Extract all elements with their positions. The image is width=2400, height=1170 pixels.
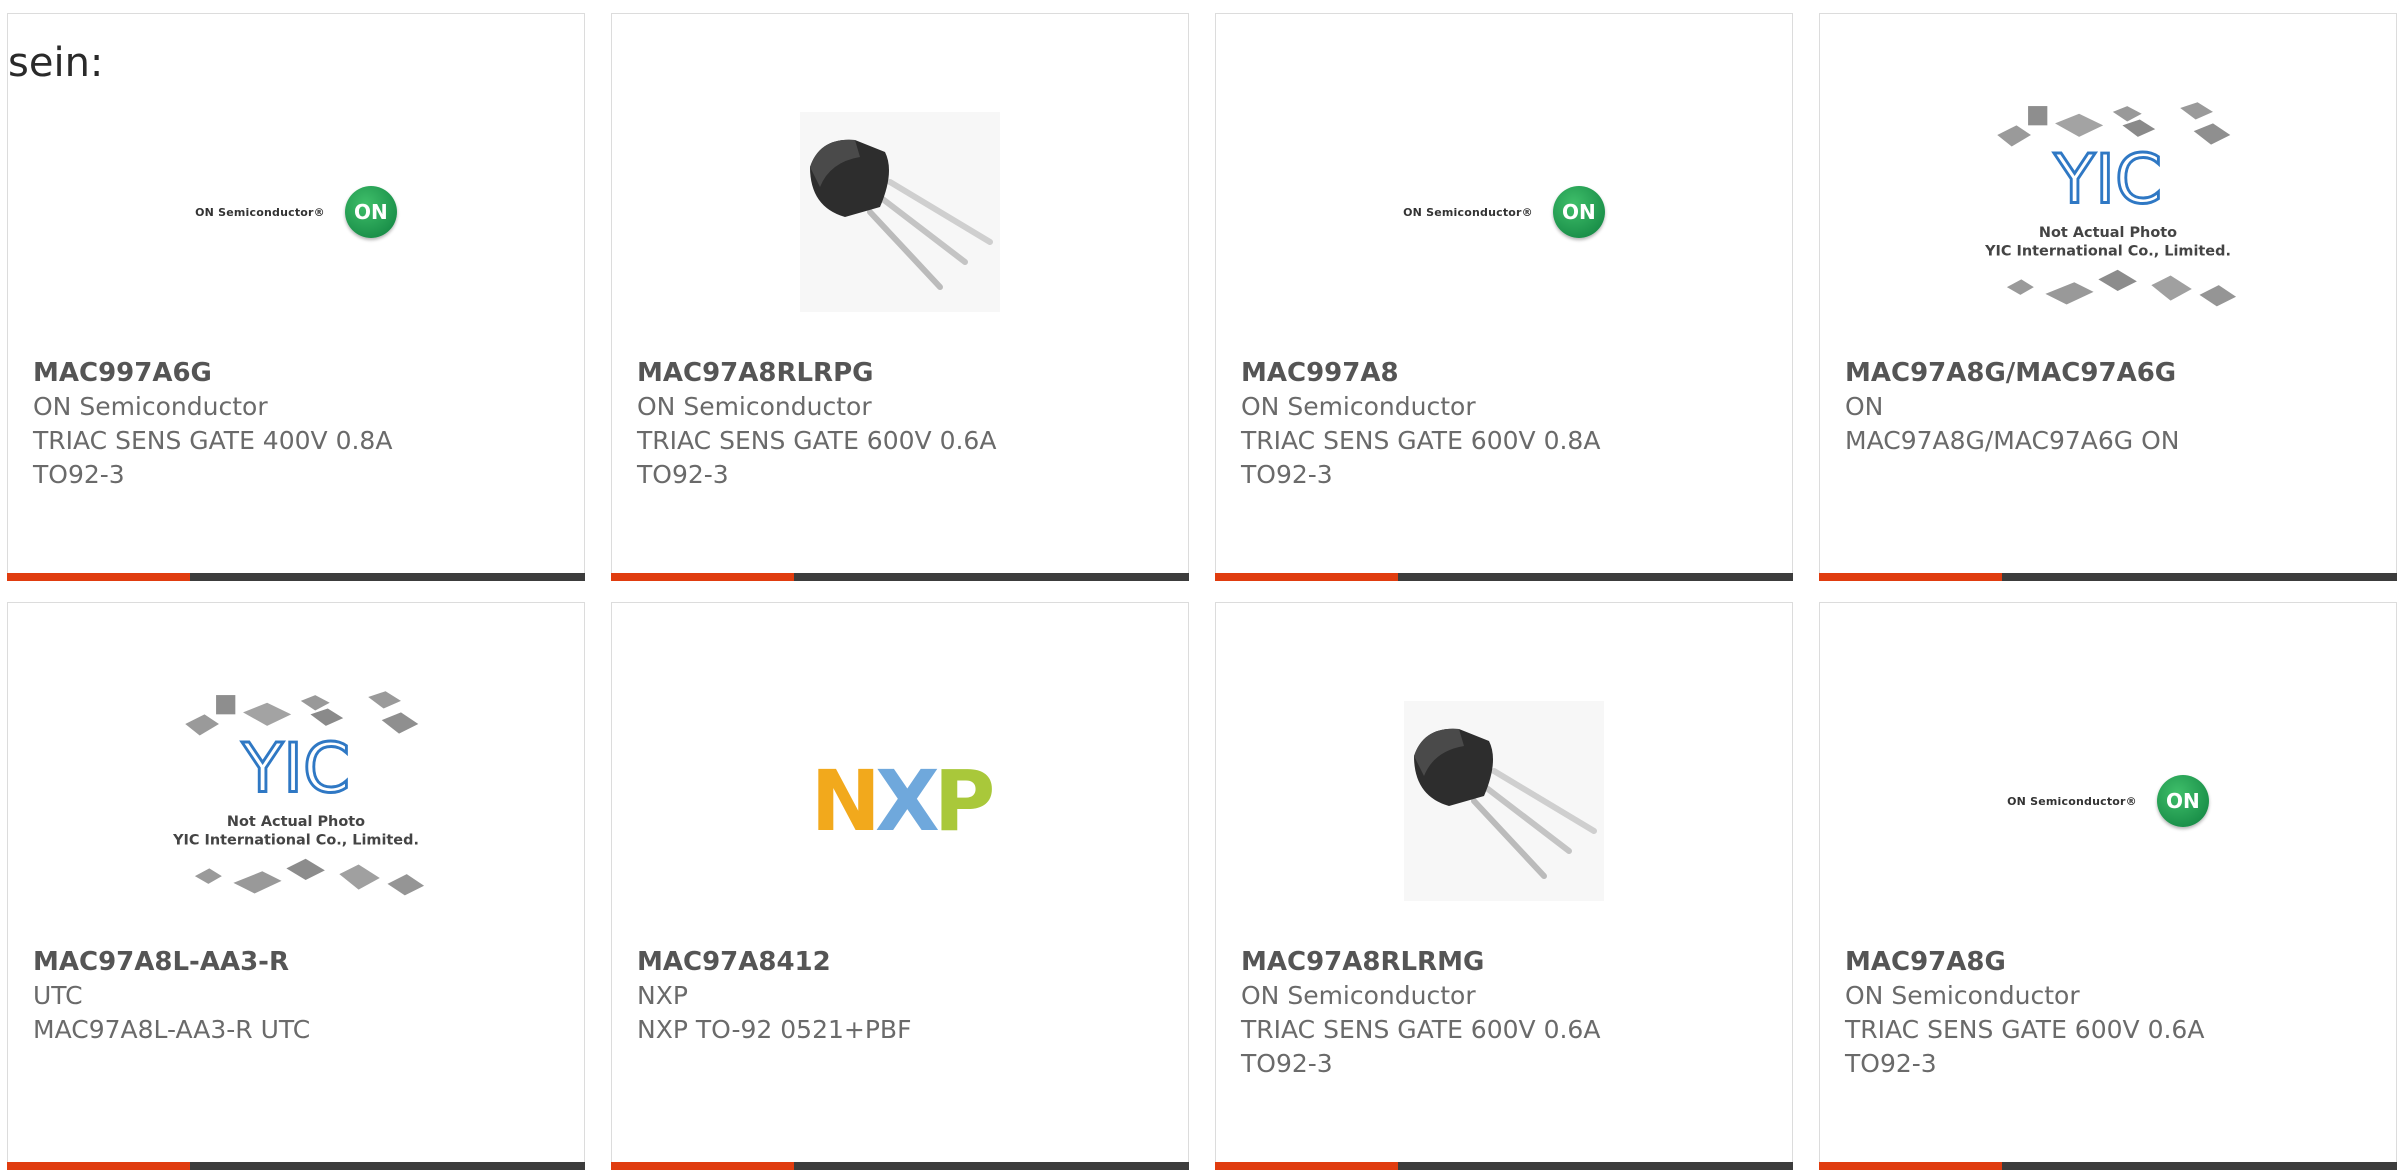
product-card[interactable]: ON Semiconductor® ON MAC997A6G ON Semico… (7, 13, 585, 581)
placeholder-line-2: YIC International Co., Limited. (172, 832, 419, 848)
nxp-logo-letter: X (874, 752, 940, 850)
product-card[interactable]: MAC97A8RLRPG ON Semiconductor TRIAC SENS… (611, 13, 1189, 581)
card-accent (7, 573, 190, 581)
product-card[interactable]: ON Semiconductor® ON MAC997A8 ON Semicon… (1215, 13, 1793, 581)
card-accent (7, 1162, 190, 1170)
product-card[interactable]: N X P MAC97A8412 NXP NXP TO-92 0521+PBF (611, 602, 1189, 1170)
package: TO92-3 (1845, 1049, 1937, 1078)
description: MAC97A8G/MAC97A6G ON (1845, 426, 2180, 455)
on-logo-text: ON Semiconductor® (1403, 205, 1533, 219)
svg-text:YIC: YIC (2053, 139, 2162, 218)
card-accent (1819, 573, 2002, 581)
product-info: MAC997A6G ON Semiconductor TRIAC SENS GA… (33, 356, 564, 492)
card-bottom-bar (611, 573, 1189, 581)
product-image: N X P (770, 681, 1030, 921)
nxp-logo-letter: N (810, 752, 881, 850)
product-card[interactable]: MAC97A8RLRMG ON Semiconductor TRIAC SENS… (1215, 602, 1793, 1170)
part-number[interactable]: MAC97A8RLRPG (637, 356, 1168, 390)
card-accent (611, 1162, 794, 1170)
part-number[interactable]: MAC997A6G (33, 356, 564, 390)
part-number[interactable]: MAC997A8 (1241, 356, 1772, 390)
on-logo-mark: ON (344, 186, 397, 238)
part-number[interactable]: MAC97A8RLRMG (1241, 945, 1772, 979)
package: TO92-3 (1241, 1049, 1333, 1078)
package: TO92-3 (33, 460, 125, 489)
svg-text:YIC: YIC (241, 728, 350, 807)
description: TRIAC SENS GATE 600V 0.6A (1241, 1015, 1601, 1044)
manufacturer: ON Semiconductor (1241, 392, 1476, 421)
yic-placeholder-icon: YIC Not Actual Photo YIC International C… (1984, 102, 2237, 307)
manufacturer: ON Semiconductor (1845, 981, 2080, 1010)
manufacturer: NXP (637, 981, 688, 1010)
placeholder-line-1: Not Actual Photo (2039, 225, 2177, 241)
part-number[interactable]: MAC97A8412 (637, 945, 1168, 979)
placeholder-line-2: YIC International Co., Limited. (1984, 243, 2231, 259)
product-image (770, 92, 1030, 332)
on-logo-text: ON Semiconductor® (2007, 794, 2137, 808)
package: TO92-3 (1241, 460, 1333, 489)
on-semiconductor-logo: ON Semiconductor® ON (195, 186, 397, 238)
card-bottom-bar (1819, 573, 2397, 581)
description: TRIAC SENS GATE 400V 0.8A (33, 426, 393, 455)
manufacturer: ON Semiconductor (637, 392, 872, 421)
card-accent (1215, 573, 1398, 581)
product-image: YIC Not Actual Photo YIC International C… (1978, 92, 2238, 332)
product-image: ON Semiconductor® ON (1374, 92, 1634, 332)
to92-transistor-icon (1404, 701, 1604, 901)
nxp-logo-letter: P (933, 752, 996, 850)
card-bottom-bar (1215, 1162, 1793, 1170)
product-info: MAC997A8 ON Semiconductor TRIAC SENS GAT… (1241, 356, 1772, 492)
manufacturer: ON Semiconductor (1241, 981, 1476, 1010)
product-info: MAC97A8412 NXP NXP TO-92 0521+PBF (637, 945, 1168, 1047)
on-semiconductor-logo: ON Semiconductor® ON (1403, 186, 1605, 238)
card-bottom-bar (7, 1162, 585, 1170)
description: TRIAC SENS GATE 600V 0.6A (637, 426, 997, 455)
placeholder-line-1: Not Actual Photo (227, 814, 365, 830)
product-image: YIC Not Actual Photo YIC International C… (166, 681, 426, 921)
manufacturer: ON Semiconductor (33, 392, 268, 421)
product-info: MAC97A8L-AA3-R UTC MAC97A8L-AA3-R UTC (33, 945, 564, 1047)
description: TRIAC SENS GATE 600V 0.6A (1845, 1015, 2205, 1044)
to92-transistor-icon (800, 112, 1000, 312)
yic-placeholder-icon: YIC Not Actual Photo YIC International C… (172, 691, 425, 896)
part-number[interactable]: MAC97A8G (1845, 945, 2376, 979)
nxp-logo: N X P (810, 752, 996, 850)
part-number[interactable]: MAC97A8G/MAC97A6G (1845, 356, 2376, 390)
on-logo-mark: ON (1552, 186, 1605, 238)
description: MAC97A8L-AA3-R UTC (33, 1015, 311, 1044)
product-card[interactable]: ON Semiconductor® ON MAC97A8G ON Semicon… (1819, 602, 2397, 1170)
product-info: MAC97A8G ON Semiconductor TRIAC SENS GAT… (1845, 945, 2376, 1081)
product-info: MAC97A8RLRPG ON Semiconductor TRIAC SENS… (637, 356, 1168, 492)
on-logo-text: ON Semiconductor® (195, 205, 325, 219)
product-grid: ON Semiconductor® ON MAC997A6G ON Semico… (0, 0, 2400, 1170)
package: TO92-3 (637, 460, 729, 489)
card-accent (1215, 1162, 1398, 1170)
product-card[interactable]: YIC Not Actual Photo YIC International C… (1819, 13, 2397, 581)
card-bottom-bar (1819, 1162, 2397, 1170)
part-number[interactable]: MAC97A8L-AA3-R (33, 945, 564, 979)
product-image (1374, 681, 1634, 921)
card-accent (1819, 1162, 2002, 1170)
description: NXP TO-92 0521+PBF (637, 1015, 912, 1044)
description: TRIAC SENS GATE 600V 0.8A (1241, 426, 1601, 455)
manufacturer: ON (1845, 392, 1884, 421)
manufacturer: UTC (33, 981, 83, 1010)
product-image: ON Semiconductor® ON (166, 92, 426, 332)
card-bottom-bar (611, 1162, 1189, 1170)
text-fragment: sein: (8, 40, 104, 86)
card-accent (611, 573, 794, 581)
card-bottom-bar (1215, 573, 1793, 581)
product-info: MAC97A8RLRMG ON Semiconductor TRIAC SENS… (1241, 945, 1772, 1081)
card-bottom-bar (7, 573, 585, 581)
product-info: MAC97A8G/MAC97A6G ON MAC97A8G/MAC97A6G O… (1845, 356, 2376, 458)
product-image: ON Semiconductor® ON (1978, 681, 2238, 921)
product-card[interactable]: YIC Not Actual Photo YIC International C… (7, 602, 585, 1170)
on-semiconductor-logo: ON Semiconductor® ON (2007, 775, 2209, 827)
on-logo-mark: ON (2156, 775, 2209, 827)
